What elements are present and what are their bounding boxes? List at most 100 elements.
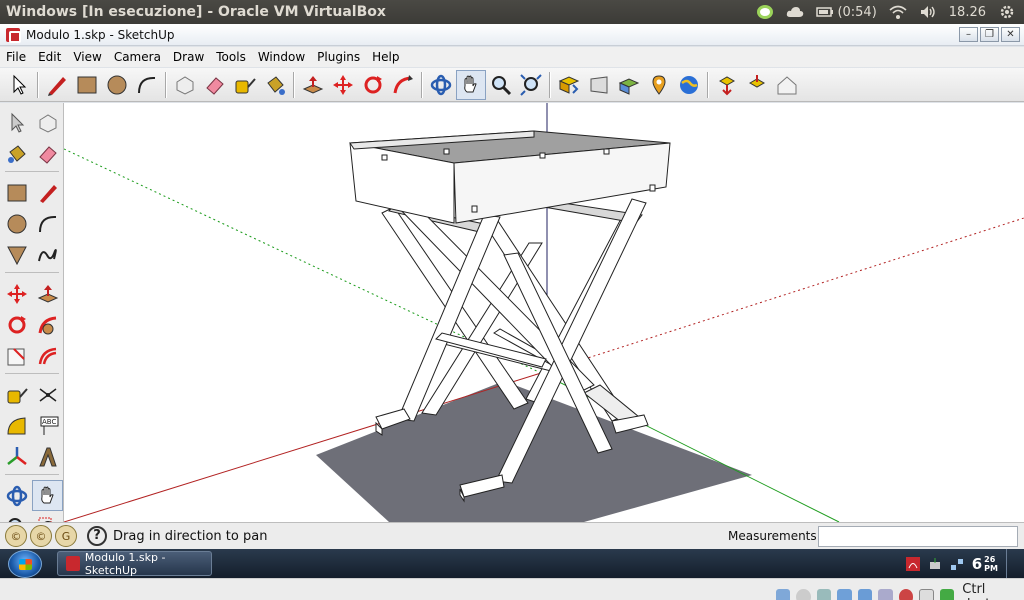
network-adapter-icon[interactable]	[837, 589, 852, 600]
zoom-extents-button[interactable]	[516, 70, 546, 100]
orbit-tool-button[interactable]	[426, 70, 456, 100]
follow-me-button[interactable]	[388, 70, 418, 100]
acrobat-icon[interactable]	[905, 556, 920, 571]
pan-tool-button[interactable]	[456, 69, 486, 100]
palette-paint-button[interactable]	[1, 138, 32, 169]
google-earth-button[interactable]	[674, 70, 704, 100]
volume-icon[interactable]	[919, 4, 937, 20]
get-components-button[interactable]	[742, 70, 772, 100]
rectangle-icon	[77, 76, 97, 93]
guest-clock[interactable]: 6 26 PM	[972, 555, 998, 573]
drawing-viewport[interactable]	[64, 103, 1024, 522]
pencil-icon	[48, 76, 66, 96]
palette-scale-button[interactable]	[1, 340, 32, 371]
menu-view[interactable]: View	[73, 50, 101, 64]
rotate-tool-button[interactable]	[358, 70, 388, 100]
warehouse-button[interactable]	[772, 70, 802, 100]
rectangle-tool-button[interactable]	[72, 70, 102, 100]
minimize-button[interactable]: –	[959, 27, 978, 42]
palette-component-button[interactable]	[32, 107, 63, 138]
eraser-tool-button[interactable]	[200, 70, 230, 100]
palette-freehand-button[interactable]	[32, 239, 63, 270]
push-pull-button[interactable]	[298, 70, 328, 100]
palette-select-button[interactable]	[1, 107, 32, 138]
instructor-help-icon[interactable]: ?	[87, 526, 107, 546]
tape-measure-button[interactable]	[230, 70, 260, 100]
palette-move-button[interactable]	[1, 278, 32, 309]
palette-push-pull-button[interactable]	[32, 278, 63, 309]
user-account-icon[interactable]: G	[55, 525, 77, 547]
palette-polygon-button[interactable]	[1, 239, 32, 270]
palette-circle-button[interactable]	[1, 208, 32, 239]
add-location-button[interactable]	[644, 70, 674, 100]
menu-help[interactable]: Help	[372, 50, 399, 64]
power-gear-icon[interactable]	[998, 4, 1016, 20]
menu-draw[interactable]: Draw	[173, 50, 204, 64]
host-key-arrow-icon[interactable]	[939, 589, 955, 600]
toolbar-separator	[421, 71, 423, 98]
paint-bucket-button[interactable]	[260, 70, 290, 100]
display-icon[interactable]	[878, 589, 893, 600]
taskbar-sketchup-label: Modulo 1.skp - SketchUp	[84, 550, 166, 577]
hard-disk-icon[interactable]	[776, 589, 791, 600]
cloud-icon[interactable]	[786, 4, 804, 20]
network-icon[interactable]	[950, 557, 964, 571]
line-tool-button[interactable]	[42, 70, 72, 100]
palette-3d-text-button[interactable]	[32, 441, 63, 472]
share-component-button[interactable]	[712, 70, 742, 100]
palette-dimension-button[interactable]	[32, 379, 63, 410]
zoom-tool-button[interactable]	[486, 70, 516, 100]
measurements-input[interactable]	[818, 526, 1018, 547]
palette-line-button[interactable]	[32, 177, 63, 208]
close-button[interactable]: ✕	[1001, 27, 1020, 42]
vbox-device-icons: Ctrl destro	[776, 582, 1024, 600]
palette-arc-button[interactable]	[32, 208, 63, 239]
palette-follow-me-button[interactable]	[32, 309, 63, 340]
menu-tools[interactable]: Tools	[216, 50, 246, 64]
palette-eraser-button[interactable]	[32, 138, 63, 169]
palette-offset-button[interactable]	[32, 340, 63, 371]
video-capture-icon[interactable]	[898, 589, 914, 600]
safely-remove-icon[interactable]	[928, 557, 942, 571]
palette-rotate-button[interactable]	[1, 309, 32, 340]
arc-tool-button[interactable]	[132, 70, 162, 100]
taskbar-sketchup-button[interactable]: Modulo 1.skp - SketchUp	[57, 550, 212, 577]
geo-location-icon[interactable]: ©	[5, 525, 27, 547]
menu-file[interactable]: File	[6, 50, 26, 64]
palette-protractor-button[interactable]	[1, 410, 32, 441]
palette-orbit-button[interactable]	[1, 480, 32, 511]
battery-text: (0:54)	[837, 4, 877, 20]
system-tray: 6 26 PM	[905, 549, 1018, 578]
zoom-extents-icon	[520, 73, 542, 96]
wifi-icon[interactable]	[889, 4, 907, 20]
start-button[interactable]	[8, 550, 42, 578]
circle-tool-button[interactable]	[102, 70, 132, 100]
palette-pan-button[interactable]	[32, 480, 63, 511]
menu-window[interactable]: Window	[258, 50, 305, 64]
menu-edit[interactable]: Edit	[38, 50, 61, 64]
show-desktop-button[interactable]	[1006, 549, 1018, 578]
share-model-button[interactable]	[584, 70, 614, 100]
get-models-button[interactable]	[554, 70, 584, 100]
messaging-icon[interactable]	[756, 4, 774, 20]
sketchup-logo-icon	[6, 27, 21, 43]
host-clock[interactable]: 18.26	[949, 5, 986, 20]
battery-indicator[interactable]: (0:54)	[816, 4, 877, 20]
palette-rectangle-button[interactable]	[1, 177, 32, 208]
optical-drive-icon[interactable]	[796, 589, 811, 600]
move-tool-button[interactable]	[328, 70, 358, 100]
credits-icon[interactable]: ©	[30, 525, 52, 547]
palette-text-button[interactable]: ABC	[32, 410, 63, 441]
make-component-button[interactable]	[170, 70, 200, 100]
palette-axes-button[interactable]	[1, 441, 32, 472]
palette-tape-button[interactable]	[1, 379, 32, 410]
menu-camera[interactable]: Camera	[114, 50, 161, 64]
mouse-integration-icon[interactable]	[919, 589, 934, 600]
usb-icon[interactable]	[816, 589, 832, 600]
select-tool-button[interactable]	[4, 70, 34, 100]
menu-plugins[interactable]: Plugins	[317, 50, 360, 64]
photo-textures-button[interactable]	[614, 70, 644, 100]
shared-folder-icon[interactable]	[857, 589, 873, 600]
restore-button[interactable]: ❐	[980, 27, 999, 42]
menu-bar: File Edit View Camera Draw Tools Window …	[0, 47, 1024, 67]
